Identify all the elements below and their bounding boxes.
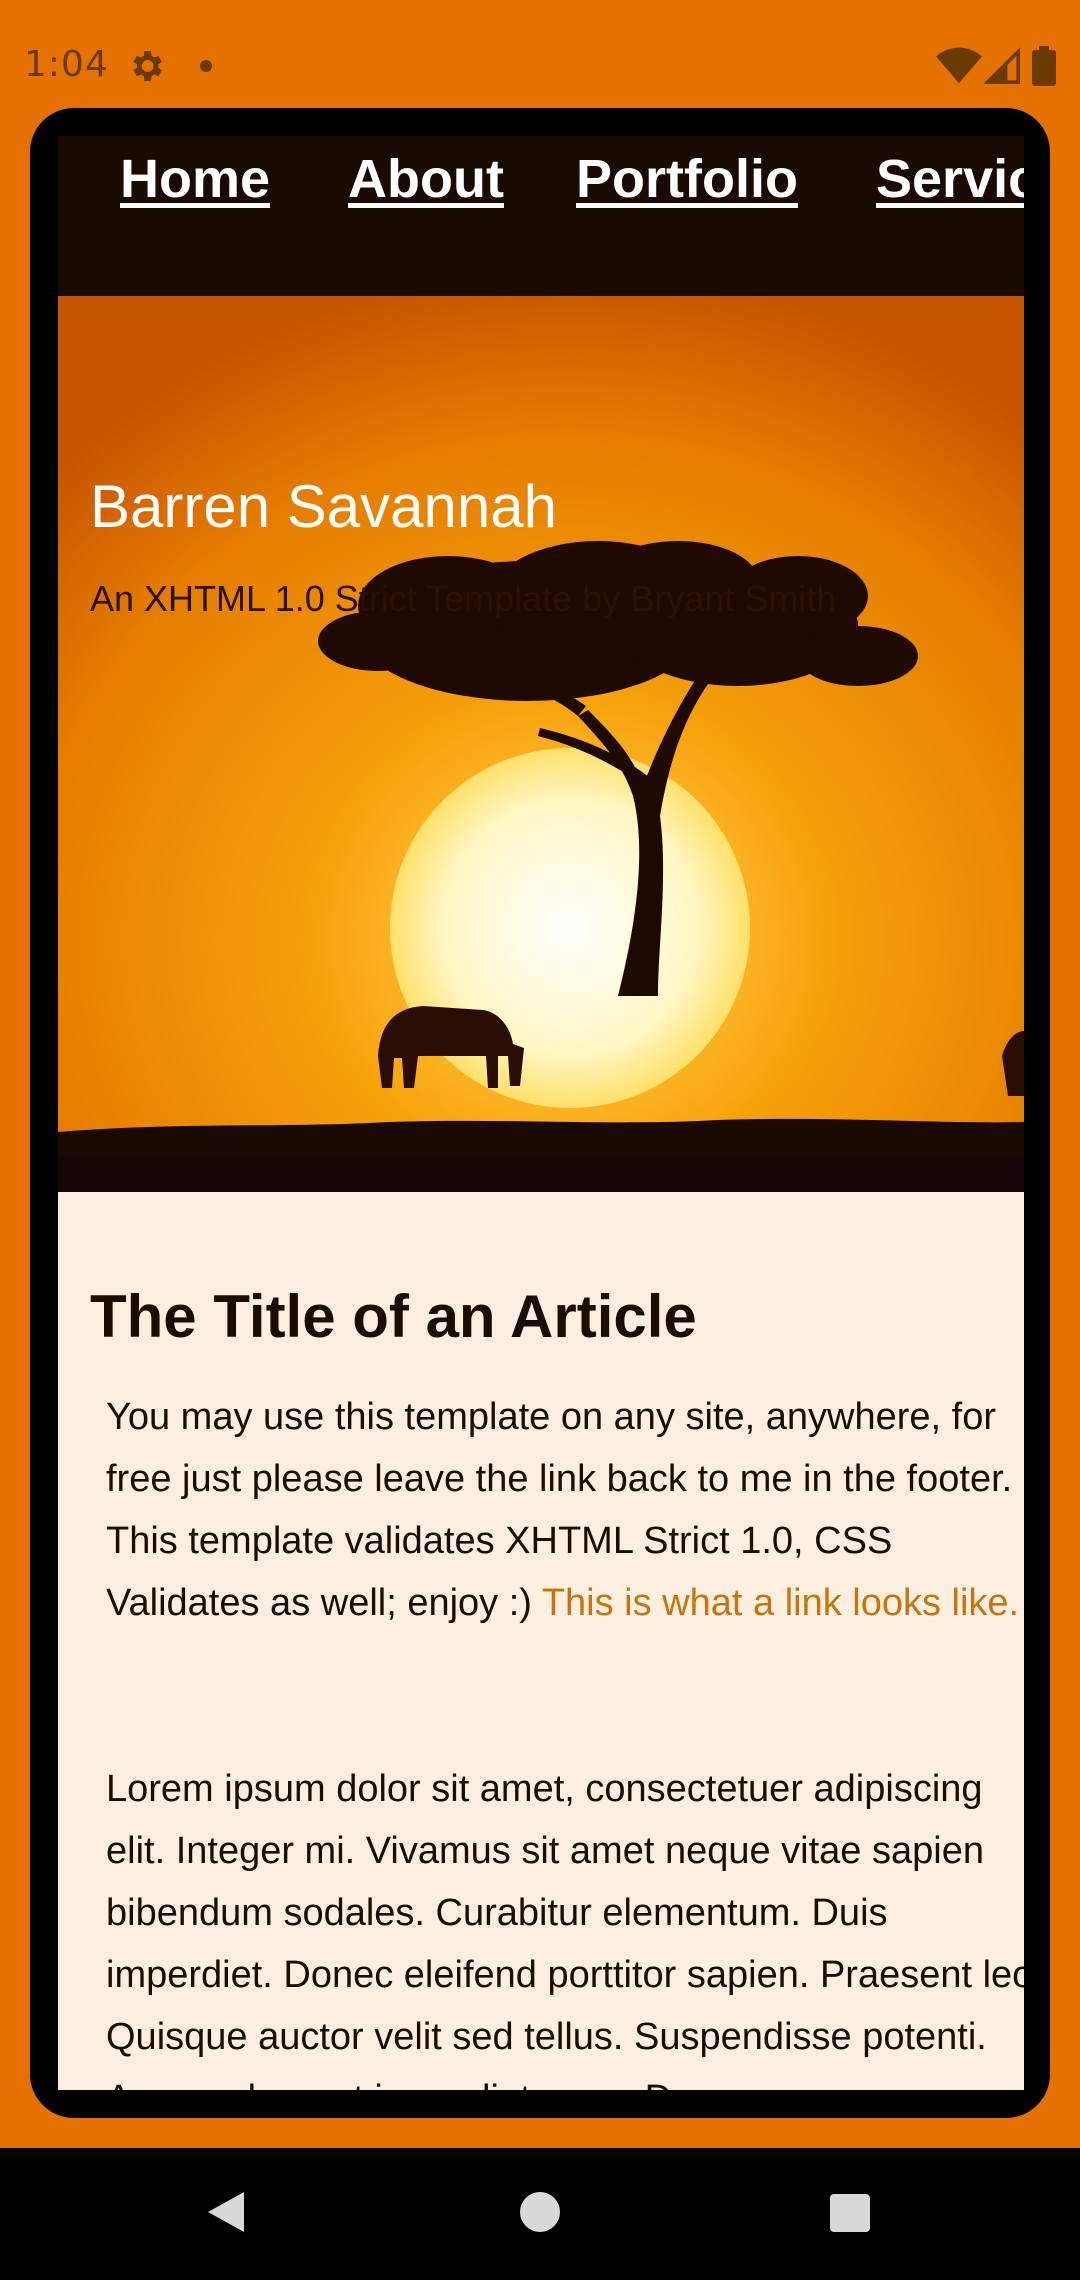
article-paragraph: You may use this template on any site, a… bbox=[106, 1386, 1024, 1634]
savannah-sunset-image bbox=[58, 296, 1024, 1192]
gear-icon bbox=[133, 51, 162, 81]
top-navigation: Home About Portfolio Services bbox=[58, 136, 1024, 296]
nav-link-services[interactable]: Services bbox=[876, 148, 1024, 210]
system-nav-bar bbox=[0, 2148, 1080, 2280]
header-banner: Barren Savannah An XHTML 1.0 Strict Temp… bbox=[58, 296, 1024, 1192]
home-icon[interactable] bbox=[520, 2192, 560, 2232]
sample-link[interactable]: This is what a link looks like. bbox=[542, 1582, 1019, 1624]
article-content: The Title of an Article You may use this… bbox=[58, 1192, 1024, 2090]
article-paragraph: Lorem ipsum dolor sit amet, consectetuer… bbox=[106, 1768, 1024, 2090]
recents-icon[interactable] bbox=[830, 2194, 870, 2232]
site-subtitle: An XHTML 1.0 Strict Template by Bryant S… bbox=[90, 578, 837, 619]
battery-icon bbox=[1032, 46, 1056, 86]
article-title: The Title of an Article bbox=[90, 1283, 697, 1350]
site-title: Barren Savannah bbox=[90, 473, 557, 540]
nav-link-about[interactable]: About bbox=[348, 148, 504, 210]
web-viewport[interactable]: Home About Portfolio Services bbox=[58, 136, 1024, 2090]
wifi-icon bbox=[936, 47, 982, 84]
status-time: 1:04 bbox=[24, 44, 109, 85]
nav-link-home[interactable]: Home bbox=[120, 148, 270, 210]
signal-icon bbox=[984, 47, 1020, 84]
screen: 1:04 Home About Portfolio Services bbox=[0, 0, 1080, 2280]
notification-dot-icon bbox=[200, 60, 212, 72]
nav-link-portfolio[interactable]: Portfolio bbox=[576, 148, 798, 210]
